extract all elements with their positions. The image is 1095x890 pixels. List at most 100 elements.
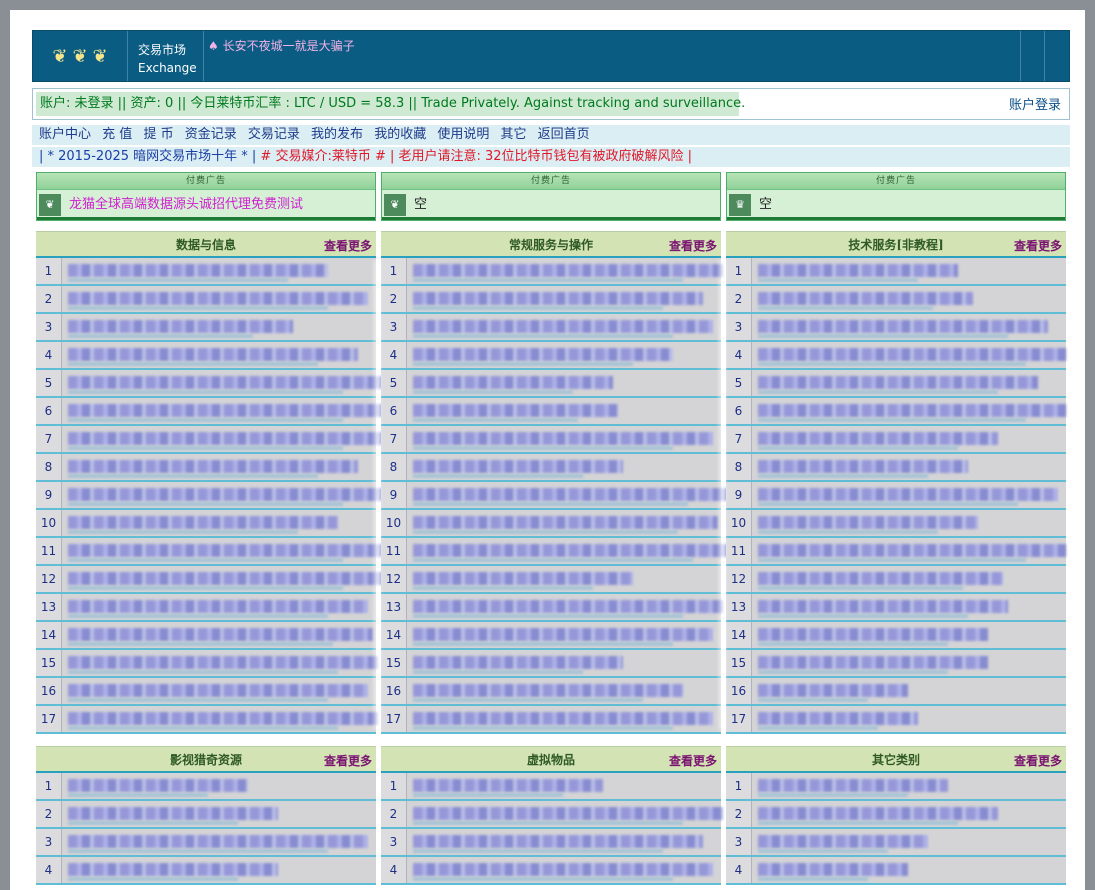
- redacted-listing-title[interactable]: [758, 516, 978, 529]
- listing-row[interactable]: 6: [36, 398, 383, 426]
- nav-item-fund-records[interactable]: 资金记录: [185, 127, 237, 142]
- listing-row[interactable]: 7: [726, 426, 1066, 454]
- listing-row[interactable]: 14: [36, 622, 376, 650]
- listing-row[interactable]: 8: [726, 454, 1066, 482]
- listing-row[interactable]: 6: [726, 398, 1066, 426]
- listing-row[interactable]: 12: [36, 566, 383, 594]
- listing-row[interactable]: 1: [726, 773, 1066, 801]
- redacted-listing-title[interactable]: [413, 292, 703, 305]
- listing-row[interactable]: 2: [381, 286, 721, 314]
- nav-item-withdraw[interactable]: 提 币: [143, 127, 173, 142]
- listing-row[interactable]: 13: [381, 594, 723, 622]
- nav-item-other[interactable]: 其它: [501, 127, 527, 142]
- redacted-listing-title[interactable]: [413, 404, 618, 417]
- listing-row[interactable]: 17: [36, 706, 378, 734]
- redacted-listing-title[interactable]: [413, 460, 623, 473]
- redacted-listing-title[interactable]: [413, 432, 713, 445]
- logo[interactable]: ❦ ❦ ❦: [33, 31, 128, 81]
- listing-row[interactable]: 4: [726, 857, 1066, 885]
- ad-text[interactable]: 龙猫全球高端数据源头诚招代理免费测试: [69, 197, 303, 212]
- listing-row[interactable]: 4: [726, 342, 1066, 370]
- scrolling-announcement[interactable]: ♠ 长安不夜城一就是大骗子: [208, 37, 355, 54]
- listing-row[interactable]: 1: [36, 258, 376, 286]
- redacted-listing-title[interactable]: [413, 628, 713, 641]
- listing-row[interactable]: 2: [36, 286, 376, 314]
- redacted-listing-title[interactable]: [758, 656, 988, 669]
- redacted-listing-title[interactable]: [68, 460, 358, 473]
- view-more-link[interactable]: 查看更多: [324, 237, 372, 254]
- redacted-listing-title[interactable]: [758, 779, 948, 792]
- listing-row[interactable]: 4: [36, 857, 376, 885]
- listing-row[interactable]: 5: [36, 370, 383, 398]
- listing-row[interactable]: 11: [726, 538, 1066, 566]
- listing-row[interactable]: 16: [726, 678, 1066, 706]
- redacted-listing-title[interactable]: [413, 348, 673, 361]
- redacted-listing-title[interactable]: [68, 779, 248, 792]
- redacted-listing-title[interactable]: [68, 863, 278, 876]
- redacted-listing-title[interactable]: [758, 712, 918, 725]
- redacted-listing-title[interactable]: [758, 572, 1003, 585]
- redacted-listing-title[interactable]: [413, 712, 713, 725]
- redacted-listing-title[interactable]: [758, 404, 1066, 417]
- listing-row[interactable]: 8: [381, 454, 721, 482]
- paid-ad-slot[interactable]: 付费广告 ❦ 空: [381, 172, 721, 221]
- listing-row[interactable]: 2: [726, 801, 1066, 829]
- listing-row[interactable]: 5: [381, 370, 721, 398]
- brand-title[interactable]: 交易市场 Exchange: [128, 31, 204, 81]
- redacted-listing-title[interactable]: [758, 460, 968, 473]
- listing-row[interactable]: 11: [381, 538, 733, 566]
- view-more-link[interactable]: 查看更多: [669, 237, 717, 254]
- listing-row[interactable]: 7: [381, 426, 721, 454]
- listing-row[interactable]: 2: [381, 801, 723, 829]
- listing-row[interactable]: 6: [381, 398, 721, 426]
- redacted-listing-title[interactable]: [413, 572, 633, 585]
- listing-row[interactable]: 13: [726, 594, 1066, 622]
- listing-row[interactable]: 3: [726, 829, 1066, 857]
- redacted-listing-title[interactable]: [413, 807, 723, 820]
- redacted-listing-title[interactable]: [413, 656, 623, 669]
- redacted-listing-title[interactable]: [413, 488, 728, 501]
- redacted-listing-title[interactable]: [68, 488, 383, 501]
- nav-item-help[interactable]: 使用说明: [437, 127, 489, 142]
- redacted-listing-title[interactable]: [68, 264, 328, 277]
- redacted-listing-title[interactable]: [413, 835, 703, 848]
- login-link[interactable]: 账户登录: [1009, 94, 1061, 113]
- listing-row[interactable]: 10: [36, 510, 376, 538]
- redacted-listing-title[interactable]: [68, 684, 368, 697]
- redacted-listing-title[interactable]: [758, 600, 1008, 613]
- view-more-link[interactable]: 查看更多: [1014, 752, 1062, 769]
- redacted-listing-title[interactable]: [413, 320, 713, 333]
- redacted-listing-title[interactable]: [758, 348, 1066, 361]
- redacted-listing-title[interactable]: [758, 684, 908, 697]
- redacted-listing-title[interactable]: [68, 404, 383, 417]
- view-more-link[interactable]: 查看更多: [669, 752, 717, 769]
- redacted-listing-title[interactable]: [68, 572, 383, 585]
- redacted-listing-title[interactable]: [413, 684, 683, 697]
- listing-row[interactable]: 7: [36, 426, 383, 454]
- redacted-listing-title[interactable]: [758, 835, 928, 848]
- nav-item-account-center[interactable]: 账户中心: [39, 127, 91, 142]
- listing-row[interactable]: 1: [381, 773, 721, 801]
- listing-row[interactable]: 4: [381, 857, 721, 885]
- redacted-listing-title[interactable]: [413, 600, 723, 613]
- listing-row[interactable]: 1: [726, 258, 1066, 286]
- redacted-listing-title[interactable]: [413, 863, 713, 876]
- redacted-listing-title[interactable]: [68, 292, 368, 305]
- redacted-listing-title[interactable]: [413, 779, 603, 792]
- redacted-listing-title[interactable]: [413, 516, 718, 529]
- nav-item-deposit[interactable]: 充 值: [102, 127, 132, 142]
- redacted-listing-title[interactable]: [413, 376, 613, 389]
- paid-ad-slot[interactable]: 付费广告 ♛ 空: [726, 172, 1066, 221]
- listing-row[interactable]: 1: [36, 773, 376, 801]
- redacted-listing-title[interactable]: [68, 432, 383, 445]
- redacted-listing-title[interactable]: [68, 835, 368, 848]
- view-more-link[interactable]: 查看更多: [1014, 237, 1062, 254]
- redacted-listing-title[interactable]: [413, 264, 723, 277]
- redacted-listing-title[interactable]: [68, 320, 293, 333]
- nav-item-home[interactable]: 返回首页: [538, 127, 590, 142]
- listing-row[interactable]: 9: [381, 482, 728, 510]
- redacted-listing-title[interactable]: [68, 807, 278, 820]
- listing-row[interactable]: 2: [726, 286, 1066, 314]
- redacted-listing-title[interactable]: [413, 544, 733, 557]
- listing-row[interactable]: 16: [36, 678, 376, 706]
